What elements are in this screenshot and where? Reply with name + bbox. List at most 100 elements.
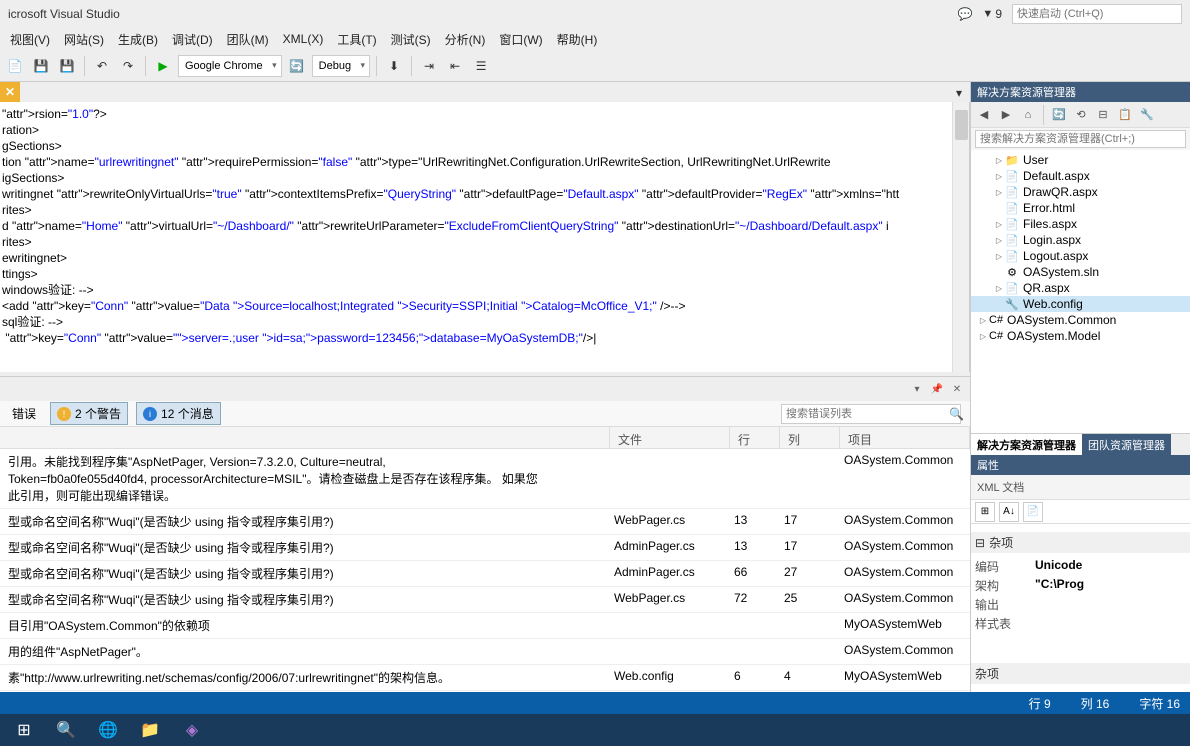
menu-item[interactable]: 工具(T) <box>331 29 382 50</box>
tree-item[interactable]: ⚙OASystem.sln <box>971 264 1190 280</box>
property-row[interactable]: 架构"C:\Prog <box>975 576 1186 595</box>
start-button[interactable]: ▶ <box>152 55 174 77</box>
tree-item[interactable]: ▷📄Files.aspx <box>971 216 1190 232</box>
menu-item[interactable]: 团队(M) <box>221 29 275 50</box>
pin-icon[interactable]: 📌 <box>930 382 944 396</box>
status-bar: 行 9 列 16 字符 16 <box>0 692 1190 714</box>
menu-item[interactable]: 分析(N) <box>439 29 492 50</box>
quick-launch-input[interactable] <box>1012 4 1182 24</box>
messages-filter[interactable]: i12 个消息 <box>136 402 221 425</box>
menu-item[interactable]: 生成(B) <box>112 29 164 50</box>
tab-dropdown[interactable]: ▾ <box>948 82 970 104</box>
error-row[interactable]: 型或命名空间名称"Wuqi"(是否缺少 using 指令或程序集引用?)Admi… <box>0 561 970 587</box>
prop-category[interactable]: ⊟杂项 <box>971 532 1190 553</box>
error-list-panel: ▾ 📌 ✕ 错误 !2 个警告 i12 个消息 🔍 文件 行 列 项目 引用。未… <box>0 376 970 692</box>
error-columns: 文件 行 列 项目 <box>0 427 970 449</box>
menu-item[interactable]: 帮助(H) <box>551 29 604 50</box>
alphabetical-icon[interactable]: A↓ <box>999 502 1019 522</box>
error-search-input[interactable] <box>781 404 961 424</box>
sync-icon[interactable]: ⟲ <box>1072 106 1090 124</box>
solution-search-input[interactable] <box>975 130 1186 148</box>
tree-item[interactable]: ▷📁User <box>971 152 1190 168</box>
tab-solution-explorer[interactable]: 解决方案资源管理器 <box>971 434 1082 455</box>
config-select[interactable]: Debug <box>312 55 370 77</box>
vs-icon[interactable]: ◈ <box>172 716 212 744</box>
dropdown-icon[interactable]: ▾ <box>910 382 924 396</box>
solution-explorer-title: 解决方案资源管理器 <box>971 82 1190 102</box>
tree-item[interactable]: ▷📄Logout.aspx <box>971 248 1190 264</box>
forward-icon[interactable]: ▶ <box>997 106 1015 124</box>
tree-item[interactable]: ▷C#OASystem.Model <box>971 328 1190 344</box>
error-row[interactable]: 目引用"OASystem.Common"的依赖项MyOASystemWeb <box>0 613 970 639</box>
tree-item[interactable]: ▷📄Default.aspx <box>971 168 1190 184</box>
search-icon[interactable]: 🔍 <box>949 407 964 421</box>
properties-panel: 属性 XML 文档 ⊞ A↓ 📄 ⊟杂项 编码Unicode架构"C:\Prog… <box>971 455 1190 692</box>
menu-item[interactable]: 测试(S) <box>385 29 437 50</box>
tree-item[interactable]: ▷C#OASystem.Common <box>971 312 1190 328</box>
status-char: 字符 16 <box>1139 695 1180 712</box>
menu-item[interactable]: 窗口(W) <box>493 29 548 50</box>
edge-icon[interactable]: 🌐 <box>88 716 128 744</box>
show-all-icon[interactable]: 📋 <box>1116 106 1134 124</box>
status-line: 行 9 <box>1029 695 1051 712</box>
tab-team-explorer[interactable]: 团队资源管理器 <box>1082 434 1171 455</box>
collapse-icon[interactable]: ⊟ <box>1094 106 1112 124</box>
feedback-icon[interactable]: 💬 <box>957 7 972 21</box>
back-icon[interactable]: ◀ <box>975 106 993 124</box>
errors-filter[interactable]: 错误 <box>6 403 42 424</box>
notification-flag[interactable]: ▼9 <box>982 7 1002 21</box>
property-row[interactable]: 样式表 <box>975 614 1186 633</box>
code-editor[interactable]: "attr">rsion="1.0"?>ration>gSections>tio… <box>0 102 970 372</box>
props-doc-type: XML 文档 <box>971 475 1190 500</box>
menu-item[interactable]: 视图(V) <box>4 29 56 50</box>
new-file-button[interactable]: 📄 <box>4 55 26 77</box>
categorized-icon[interactable]: ⊞ <box>975 502 995 522</box>
error-row[interactable]: 型或命名空间名称"Wuqi"(是否缺少 using 指令或程序集引用?)WebP… <box>0 587 970 613</box>
format-button[interactable]: ☰ <box>470 55 492 77</box>
outdent-button[interactable]: ⇤ <box>444 55 466 77</box>
tree-item[interactable]: ▷📄Login.aspx <box>971 232 1190 248</box>
close-tab-button[interactable]: ✕ <box>0 82 20 102</box>
start-button[interactable]: ⊞ <box>4 716 44 744</box>
save-all-button[interactable]: 💾 <box>56 55 78 77</box>
indent-button[interactable]: ⇥ <box>418 55 440 77</box>
app-title: icrosoft Visual Studio <box>8 7 120 21</box>
error-row[interactable]: 型或命名空间名称"Wuqi"(是否缺少 using 指令或程序集引用?)Admi… <box>0 535 970 561</box>
error-row[interactable]: 用的组件"AspNetPager"。OASystem.Common <box>0 639 970 665</box>
close-icon[interactable]: ✕ <box>950 382 964 396</box>
refresh-button[interactable]: 🔄 <box>286 55 308 77</box>
title-bar: icrosoft Visual Studio 💬 ▼9 <box>0 0 1190 28</box>
save-button[interactable]: 💾 <box>30 55 52 77</box>
menu-item[interactable]: 网站(S) <box>58 29 110 50</box>
solution-toolbar: ◀ ▶ ⌂ 🔄 ⟲ ⊟ 📋 🔧 <box>971 102 1190 128</box>
folder-icon[interactable]: 📁 <box>130 716 170 744</box>
menu-item[interactable]: XML(X) <box>277 30 330 48</box>
editor-tabs: ✕ ▾ <box>0 82 970 102</box>
tree-item[interactable]: 📄Error.html <box>971 200 1190 216</box>
properties-icon[interactable]: 🔧 <box>1138 106 1156 124</box>
property-row[interactable]: 输出 <box>975 595 1186 614</box>
undo-button[interactable]: ↶ <box>91 55 113 77</box>
menu-bar: 视图(V)网站(S)生成(B)调试(D)团队(M)XML(X)工具(T)测试(S… <box>0 28 1190 50</box>
menu-item[interactable]: 调试(D) <box>166 29 219 50</box>
tree-item[interactable]: ▷📄DrawQR.aspx <box>971 184 1190 200</box>
warnings-filter[interactable]: !2 个警告 <box>50 402 128 425</box>
windows-taskbar: ⊞ 🔍 🌐 📁 ◈ <box>0 714 1190 746</box>
redo-button[interactable]: ↷ <box>117 55 139 77</box>
home-icon[interactable]: ⌂ <box>1019 106 1037 124</box>
step-button[interactable]: ⬇ <box>383 55 405 77</box>
browser-select[interactable]: Google Chrome <box>178 55 282 77</box>
search-icon[interactable]: 🔍 <box>46 716 86 744</box>
error-row[interactable]: 引用。未能找到程序集"AspNetPager, Version=7.3.2.0,… <box>0 449 970 509</box>
property-row[interactable]: 编码Unicode <box>975 557 1186 576</box>
props-page-icon[interactable]: 📄 <box>1023 502 1043 522</box>
error-row[interactable]: 素"http://www.urlrewriting.net/schemas/co… <box>0 665 970 691</box>
prop-footer: 杂项 <box>971 663 1190 684</box>
main-toolbar: 📄 💾 💾 ↶ ↷ ▶ Google Chrome 🔄 Debug ⬇ ⇥ ⇤ … <box>0 50 1190 82</box>
solution-tree[interactable]: ▷📁User▷📄Default.aspx▷📄DrawQR.aspx📄Error.… <box>971 150 1190 433</box>
tree-item[interactable]: 🔧Web.config <box>971 296 1190 312</box>
refresh-icon[interactable]: 🔄 <box>1050 106 1068 124</box>
status-col: 列 16 <box>1081 695 1110 712</box>
tree-item[interactable]: ▷📄QR.aspx <box>971 280 1190 296</box>
error-row[interactable]: 型或命名空间名称"Wuqi"(是否缺少 using 指令或程序集引用?)WebP… <box>0 509 970 535</box>
